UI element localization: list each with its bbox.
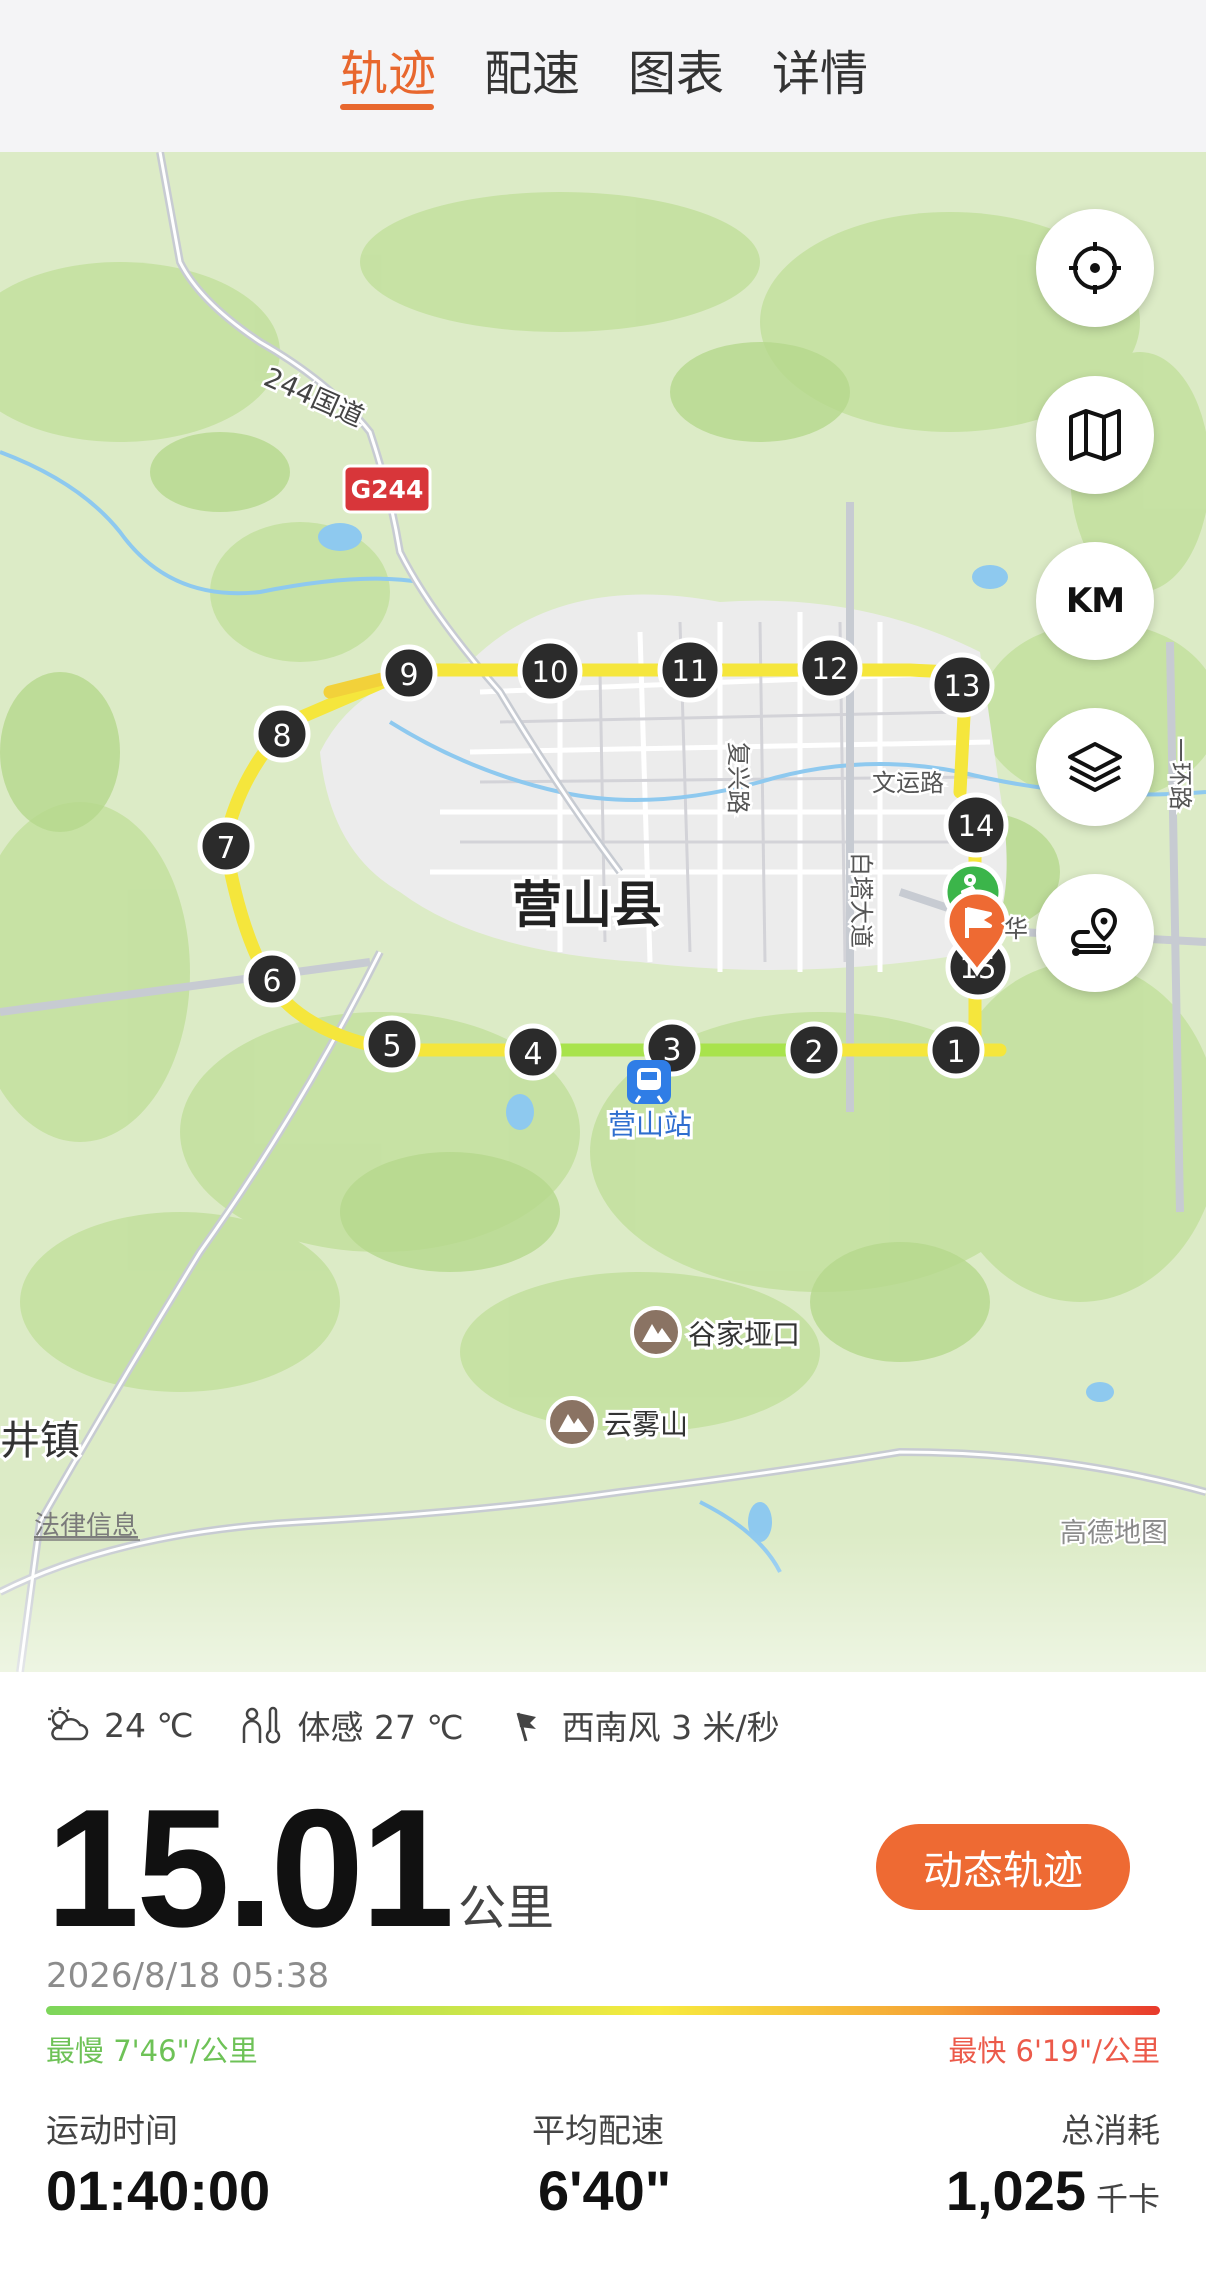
svg-text:2: 2 bbox=[804, 1035, 823, 1070]
layers-icon bbox=[1068, 742, 1122, 792]
feels-like-icon bbox=[242, 1706, 280, 1744]
tab-track[interactable]: 轨迹 bbox=[340, 34, 436, 104]
distance-unit: 公里 bbox=[458, 1880, 555, 1936]
km-marker-1[interactable]: 1 bbox=[927, 1021, 985, 1079]
svg-text:法律信息: 法律信息 bbox=[34, 1511, 138, 1541]
km-marker-2[interactable]: 2 bbox=[785, 1021, 843, 1079]
weather-row: 24 ℃ 体感 27 ℃ 西南风 3 米/秒 bbox=[44, 1698, 824, 1752]
svg-text:12: 12 bbox=[812, 652, 849, 686]
train-station-icon bbox=[627, 1060, 671, 1104]
map-style-button[interactable] bbox=[1036, 376, 1154, 494]
route-icon bbox=[1071, 907, 1118, 956]
map-icon bbox=[1069, 409, 1121, 461]
wind-flag-icon bbox=[516, 1712, 536, 1742]
km-marker-13[interactable]: 13 bbox=[929, 652, 995, 718]
svg-text:13: 13 bbox=[944, 669, 981, 703]
duration-label: 运动时间 bbox=[46, 2111, 178, 2150]
weather-wind: 西南风 3 米/秒 bbox=[508, 1701, 780, 1749]
mountain-icon bbox=[546, 1396, 598, 1448]
pace-gradient-bar bbox=[46, 2006, 1160, 2015]
station-label: 营山站 bbox=[608, 1108, 692, 1141]
km-toggle-button[interactable]: KM bbox=[1036, 542, 1154, 660]
locate-icon bbox=[1069, 242, 1121, 294]
city-label: 营山县 bbox=[512, 876, 662, 934]
weather-feels-like: 体感 27 ℃ bbox=[238, 1701, 464, 1749]
tab-details[interactable]: 详情 bbox=[772, 34, 868, 104]
highway-badge: G244 bbox=[342, 464, 432, 514]
km-label: KM bbox=[1065, 581, 1125, 621]
km-marker-9[interactable]: 9 bbox=[380, 644, 438, 702]
fastest-pace: 最快 6'19"/公里 bbox=[948, 2034, 1160, 2068]
km-marker-5[interactable]: 5 bbox=[363, 1015, 421, 1073]
km-marker-7[interactable]: 7 bbox=[197, 817, 255, 875]
km-marker-11[interactable]: 11 bbox=[657, 637, 723, 703]
feels-like-text: 体感 27 ℃ bbox=[297, 1708, 464, 1747]
calories-label: 总消耗 bbox=[1061, 2111, 1160, 2150]
dynamic-track-button[interactable]: 动态轨迹 bbox=[876, 1824, 1130, 1910]
svg-text:5: 5 bbox=[382, 1029, 401, 1064]
layers-button[interactable] bbox=[1036, 708, 1154, 826]
wind-text: 西南风 3 米/秒 bbox=[561, 1708, 780, 1747]
workout-datetime: 2026/8/18 05:38 bbox=[46, 1956, 330, 1996]
calories-value: 1,025 bbox=[945, 2159, 1086, 2222]
road-label-hua: 华 bbox=[1004, 915, 1028, 943]
weather-temperature: 24 ℃ bbox=[44, 1705, 194, 1745]
duration-value: 01:40:00 bbox=[46, 2159, 271, 2222]
svg-text:7: 7 bbox=[216, 831, 235, 866]
map-canvas: 1 2 3 4 5 6 7 8 9 10 11 12 13 14 15 bbox=[0, 152, 1206, 1672]
town-label: 井镇 bbox=[0, 1418, 80, 1464]
poi-label-yunwu: 云雾山 bbox=[604, 1408, 688, 1441]
km-marker-14[interactable]: 14 bbox=[943, 792, 1009, 858]
active-tab-indicator bbox=[340, 104, 434, 110]
svg-text:9: 9 bbox=[399, 658, 418, 693]
svg-text:8: 8 bbox=[272, 719, 291, 754]
road-label-wenyun: 文运路 bbox=[872, 769, 944, 797]
map-provider-label: 高德地图 bbox=[1060, 1518, 1168, 1549]
mountain-icon bbox=[630, 1306, 682, 1358]
avg-pace-value: 6'40" bbox=[538, 2159, 672, 2222]
svg-text:G244: G244 bbox=[351, 475, 424, 504]
tab-bar: 轨迹 配速 图表 详情 bbox=[0, 0, 1206, 152]
route-replay-button[interactable] bbox=[1036, 874, 1154, 992]
legal-info-link[interactable]: 法律信息 bbox=[34, 1511, 140, 1541]
svg-text:4: 4 bbox=[523, 1037, 542, 1072]
tab-pace[interactable]: 配速 bbox=[484, 34, 580, 104]
road-label-ring: 一环路 bbox=[1166, 738, 1194, 810]
road-label-baita: 白塔大道 bbox=[847, 852, 875, 948]
tab-chart[interactable]: 图表 bbox=[628, 34, 724, 104]
svg-text:6: 6 bbox=[262, 964, 281, 999]
total-distance: 15.01 bbox=[46, 1774, 454, 1962]
km-marker-6[interactable]: 6 bbox=[243, 950, 301, 1008]
locate-button[interactable] bbox=[1036, 209, 1154, 327]
temperature-text: 24 ℃ bbox=[104, 1705, 194, 1745]
partly-cloudy-icon bbox=[48, 1707, 89, 1741]
calories-unit: 千卡 bbox=[1095, 2180, 1160, 2218]
svg-text:10: 10 bbox=[532, 655, 569, 689]
km-marker-8[interactable]: 8 bbox=[253, 705, 311, 763]
calories-block: 1,025 千卡 bbox=[946, 2158, 1160, 2223]
slowest-pace: 最慢 7'46"/公里 bbox=[46, 2034, 258, 2068]
svg-text:1: 1 bbox=[946, 1035, 965, 1070]
svg-text:14: 14 bbox=[958, 809, 995, 843]
km-marker-10[interactable]: 10 bbox=[517, 638, 583, 704]
road-label-fuxing: 复兴路 bbox=[724, 742, 752, 814]
svg-text:11: 11 bbox=[672, 654, 709, 688]
route-map[interactable]: 1 2 3 4 5 6 7 8 9 10 11 12 13 14 15 bbox=[0, 152, 1206, 1672]
km-marker-12[interactable]: 12 bbox=[797, 635, 863, 701]
poi-label-gujia: 谷家垭口 bbox=[688, 1318, 800, 1351]
km-marker-4[interactable]: 4 bbox=[504, 1023, 562, 1081]
avg-pace-label: 平均配速 bbox=[532, 2111, 664, 2150]
